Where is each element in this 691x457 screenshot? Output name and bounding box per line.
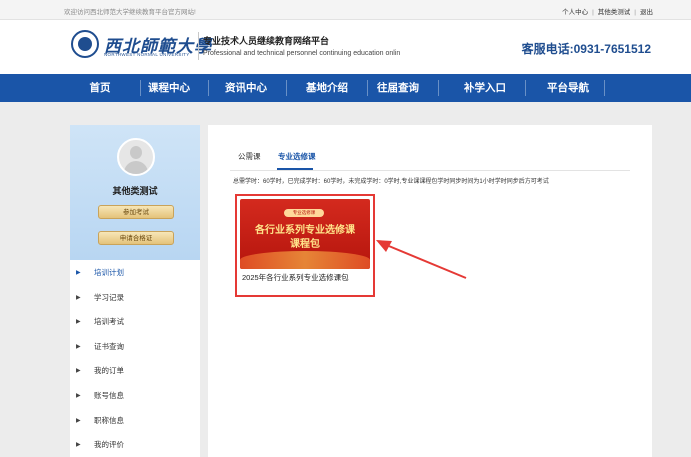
triangle-right-icon: ▶	[76, 319, 81, 326]
sidebar-item-label: 培训计划	[94, 268, 124, 277]
university-logo-english: NORTHWEST NORMAL UNIVERSITY	[104, 52, 190, 57]
triangle-right-icon: ▶	[76, 270, 81, 276]
platform-title: 专业技术人员继续教育网络平台	[203, 36, 330, 46]
tabs-divider	[230, 170, 630, 171]
nav-separator	[525, 80, 526, 96]
tab-public-courses[interactable]: 公需课	[238, 151, 261, 162]
triangle-right-icon: ▶	[76, 442, 81, 449]
take-exam-button[interactable]: 参加考试	[98, 205, 174, 219]
personal-center-link[interactable]: 个人中心	[562, 9, 588, 16]
triangle-right-icon: ▶	[76, 368, 81, 375]
sidebar-item-label: 我的订单	[94, 366, 124, 376]
welcome-text: 欢迎访问西北师范大学继续教育平台官方网站!	[64, 9, 196, 16]
sidebar-item-study-record[interactable]: ▶ 学习记录	[70, 286, 200, 311]
username: 其他类测试	[112, 186, 158, 196]
sidebar-item-title-info[interactable]: ▶ 职称信息	[70, 409, 200, 434]
logo-divider	[198, 32, 199, 60]
nav-separator	[438, 80, 439, 96]
university-seal-icon	[71, 30, 99, 58]
nav-separator	[604, 80, 605, 96]
sidebar-item-certificate-query[interactable]: ▶ 证书查询	[70, 335, 200, 360]
triangle-right-icon: ▶	[76, 417, 81, 424]
platform-subtitle: Professional and technical personnel con…	[203, 50, 401, 57]
nav-home[interactable]: 首页	[60, 74, 140, 102]
nav-course-center[interactable]: 课程中心	[129, 74, 209, 102]
service-hotline: 客服电话:0931-7651512	[521, 42, 651, 56]
top-links: 个人中心 | 其他类测试 | 退出	[562, 9, 653, 16]
sidebar-item-label: 职称信息	[94, 415, 124, 425]
triangle-right-icon: ▶	[76, 343, 81, 350]
nav-past-query[interactable]: 往届查询	[358, 74, 438, 102]
cover-title: 各行业系列专业选修课	[255, 225, 355, 236]
course-title-link[interactable]: 2025年各行业系列专业选修课包	[242, 272, 354, 283]
cover-badge: 专业选修课	[284, 209, 324, 217]
course-card[interactable]: 专业选修课 各行业系列专业选修课 课程包 2025年各行业系列专业选修课包	[235, 194, 375, 297]
sidebar-menu: ▶ 培训计划 ▶ 学习记录 ▶ 培训考试 ▶ 证书查询 ▶ 我的订单 ▶ 账号信息 ▶ 职称信…	[70, 261, 200, 457]
sidebar-item-label: 证书查询	[94, 341, 124, 351]
sidebar-item-label: 我的评价	[94, 440, 124, 450]
apply-certificate-button[interactable]: 申请合格证	[98, 231, 174, 245]
logout-link[interactable]: 退出	[640, 9, 653, 16]
main-nav: 首页 课程中心 资讯中心 基地介绍 往届查询 补学入口 平台导航	[0, 74, 691, 102]
sidebar-item-training-exam[interactable]: ▶ 培训考试	[70, 310, 200, 335]
user-name-link[interactable]: 其他类测试	[598, 9, 631, 16]
cover-subtitle: 课程包	[290, 239, 320, 250]
course-cover-image[interactable]: 专业选修课 各行业系列专业选修课 课程包	[240, 199, 370, 269]
top-strip: 欢迎访问西北师范大学继续教育平台官方网站! 个人中心 | 其他类测试 | 退出	[0, 0, 691, 20]
main-panel: 公需课 专业选修课 总需学时：60学时，已完成学时：60学时，未完成学时：0学时…	[208, 125, 652, 457]
user-sidebar: 其他类测试 参加考试 申请合格证 ▶ 培训计划 ▶ 学习记录 ▶ 培训考试 ▶ 证书查询…	[70, 125, 200, 457]
triangle-right-icon: ▶	[76, 392, 81, 399]
tab-professional-electives[interactable]: 专业选修课	[278, 151, 316, 162]
sidebar-item-label: 账号信息	[94, 390, 124, 400]
cover-decoration	[240, 251, 370, 269]
sidebar-item-my-reviews[interactable]: ▶ 我的评价	[70, 433, 200, 457]
triangle-right-icon: ▶	[76, 294, 81, 301]
sidebar-item-label: 学习记录	[94, 292, 124, 302]
avatar	[117, 138, 155, 176]
sidebar-item-my-orders[interactable]: ▶ 我的订单	[70, 359, 200, 384]
profile-panel: 其他类测试 参加考试 申请合格证	[70, 125, 200, 260]
site-header: 西北師範大學 NORTHWEST NORMAL UNIVERSITY 专业技术人…	[0, 20, 691, 74]
nav-platform-guide[interactable]: 平台导航	[528, 74, 608, 102]
credit-summary: 总需学时：60学时，已完成学时：60学时，未完成学时：0学时,专业课课程包学时同…	[233, 179, 549, 185]
sidebar-item-label: 培训考试	[94, 317, 124, 327]
sidebar-item-account-info[interactable]: ▶ 账号信息	[70, 384, 200, 409]
nav-makeup-entry[interactable]: 补学入口	[445, 74, 525, 102]
annotation-arrow-icon	[376, 240, 467, 279]
sidebar-item-training-plan[interactable]: ▶ 培训计划	[70, 261, 200, 286]
nav-base-intro[interactable]: 基地介绍	[287, 74, 367, 102]
nav-news-center[interactable]: 资讯中心	[206, 74, 286, 102]
